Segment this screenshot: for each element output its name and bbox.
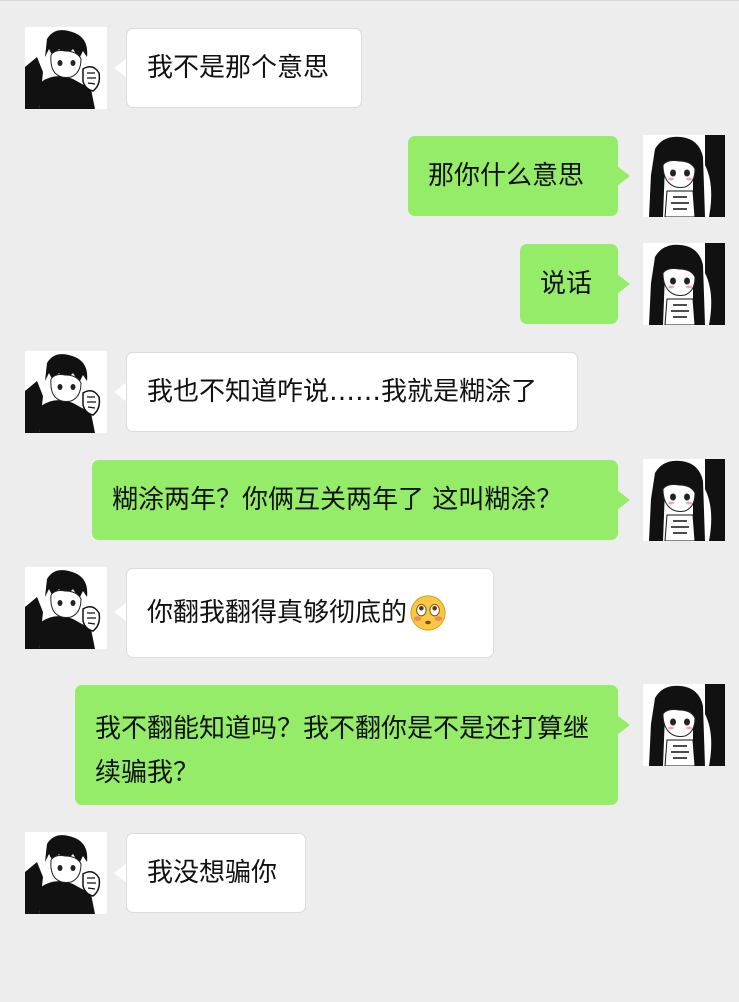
message-text: 我不翻能知道吗？我不翻你是不是还打算继续骗我？	[95, 714, 590, 788]
bubble-tail	[617, 490, 630, 510]
message-text: 说话	[540, 269, 593, 299]
contact-avatar[interactable]	[25, 832, 107, 914]
message-text: 我也不知道咋说……我就是糊涂了	[147, 377, 538, 407]
message-text: 糊涂两年？你俩互关两年了 这叫糊涂？	[112, 485, 563, 515]
message-text: 那你什么意思	[428, 161, 585, 191]
self-avatar[interactable]	[643, 135, 725, 217]
self-avatar[interactable]	[643, 243, 725, 325]
contact-avatar[interactable]	[25, 567, 107, 649]
girl-anime-avatar-icon	[643, 135, 725, 217]
self-avatar[interactable]	[643, 459, 725, 541]
message-text: 我不是那个意思	[147, 53, 330, 83]
message-bubble-outgoing[interactable]: 糊涂两年？你俩互关两年了 这叫糊涂？	[92, 460, 618, 540]
bubble-tail	[617, 166, 630, 186]
contact-avatar[interactable]	[25, 27, 107, 109]
message-bubble-outgoing[interactable]: 我不翻能知道吗？我不翻你是不是还打算继续骗我？	[75, 685, 618, 805]
flushed-face-emoji-icon	[409, 594, 447, 632]
bubble-tail	[617, 715, 630, 735]
boy-anime-avatar-icon	[25, 351, 107, 433]
girl-anime-avatar-icon	[643, 243, 725, 325]
chat-area: 我不是那个意思 那你什么意思 说话 我也不知道咋说……我就是糊涂了 糊涂两年？你…	[0, 0, 739, 1002]
boy-anime-avatar-icon	[25, 567, 107, 649]
boy-anime-avatar-icon	[25, 832, 107, 914]
message-bubble-incoming[interactable]: 你翻我翻得真够彻底的	[126, 568, 494, 658]
message-bubble-outgoing[interactable]: 说话	[520, 244, 618, 324]
message-bubble-outgoing[interactable]: 那你什么意思	[408, 136, 618, 216]
girl-anime-avatar-icon	[643, 459, 725, 541]
message-text: 你翻我翻得真够彻底的	[147, 598, 408, 628]
bubble-tail	[617, 274, 630, 294]
self-avatar[interactable]	[643, 684, 725, 766]
message-bubble-incoming[interactable]: 我不是那个意思	[126, 28, 362, 108]
message-bubble-incoming[interactable]: 我没想骗你	[126, 833, 306, 913]
message-bubble-incoming[interactable]: 我也不知道咋说……我就是糊涂了	[126, 352, 578, 432]
contact-avatar[interactable]	[25, 351, 107, 433]
girl-anime-avatar-icon	[643, 684, 725, 766]
boy-anime-avatar-icon	[25, 27, 107, 109]
message-text: 我没想骗你	[147, 858, 278, 888]
